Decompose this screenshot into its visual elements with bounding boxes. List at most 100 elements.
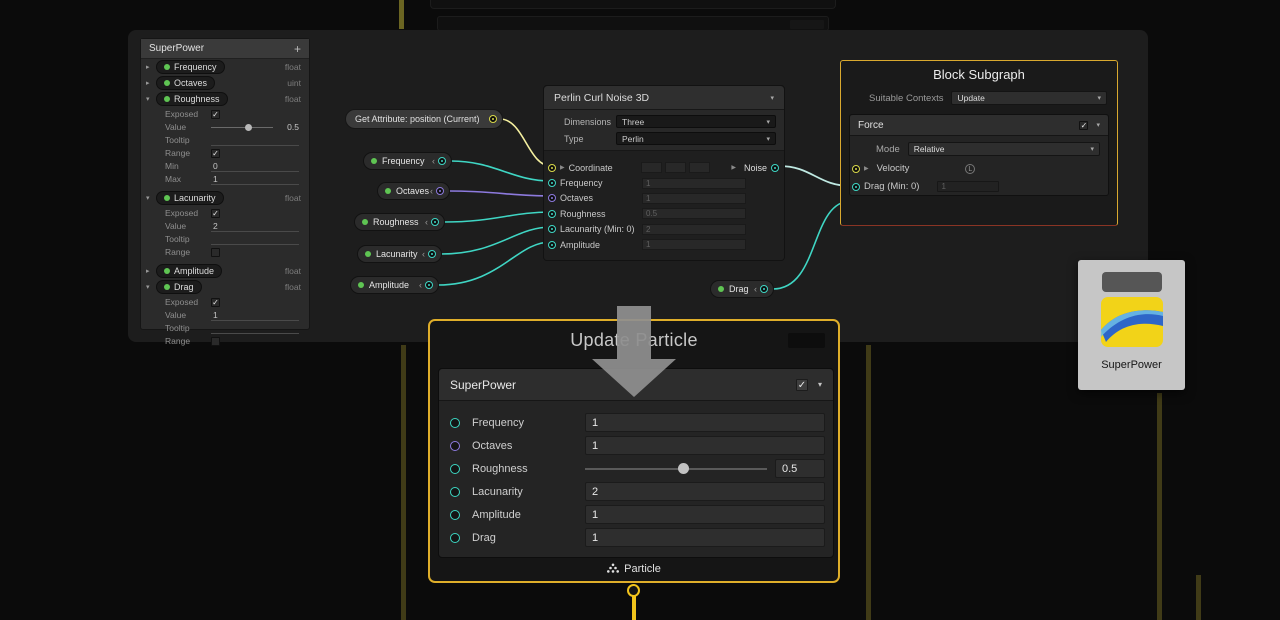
input-port[interactable]: [450, 418, 460, 428]
exposed-checkbox[interactable]: ✓: [211, 110, 220, 119]
property-pill[interactable]: Frequency: [156, 60, 225, 74]
mode-dropdown[interactable]: Relative▾: [908, 142, 1100, 156]
expander-icon[interactable]: ▸: [146, 267, 156, 275]
slider-knob[interactable]: [245, 124, 252, 131]
range-checkbox[interactable]: [211, 248, 220, 257]
space-badge[interactable]: L: [965, 164, 975, 174]
param-node-frequency[interactable]: Frequency ‹: [363, 152, 452, 170]
blackboard-property-roughness[interactable]: ▾ Roughness float: [141, 91, 309, 107]
input-port[interactable]: [548, 210, 556, 218]
slider-knob[interactable]: [678, 463, 689, 474]
context-capacity-badge[interactable]: [788, 333, 825, 348]
input-value-field[interactable]: 1: [642, 193, 746, 204]
property-pill[interactable]: Lacunarity: [156, 191, 224, 205]
output-port[interactable]: [771, 164, 779, 172]
output-port[interactable]: [760, 285, 768, 293]
expander-icon[interactable]: ▶: [560, 164, 565, 171]
input-port[interactable]: [450, 441, 460, 451]
tooltip-field[interactable]: [211, 234, 299, 245]
exposed-checkbox[interactable]: ✓: [211, 298, 220, 307]
type-dropdown[interactable]: Perlin▾: [616, 132, 776, 145]
expander-icon[interactable]: ▶: [731, 164, 736, 171]
property-pill[interactable]: Amplitude: [156, 264, 222, 278]
value-slider[interactable]: [211, 127, 273, 128]
collapse-icon[interactable]: ‹: [422, 249, 425, 259]
roughness-field[interactable]: 0.5: [775, 459, 825, 478]
output-port[interactable]: [425, 281, 433, 289]
param-node-amplitude[interactable]: Amplitude ‹: [350, 276, 439, 294]
force-block[interactable]: Force ✓ ▾ Mode Relative▾ ▶ Velocity L Dr…: [849, 114, 1109, 196]
input-port[interactable]: [548, 241, 556, 249]
value-field[interactable]: 1: [211, 310, 299, 321]
expander-icon[interactable]: ▸: [146, 63, 156, 71]
amplitude-field[interactable]: 1: [585, 505, 825, 524]
exposed-checkbox[interactable]: ✓: [211, 209, 220, 218]
output-port[interactable]: [428, 250, 436, 258]
output-port[interactable]: [438, 157, 446, 165]
roughness-slider[interactable]: 0.5: [585, 459, 825, 478]
collapse-icon[interactable]: ‹: [430, 186, 433, 196]
suitable-contexts-dropdown[interactable]: Update▾: [951, 91, 1107, 105]
expander-icon[interactable]: ▾: [146, 95, 156, 103]
input-value-field[interactable]: 1: [642, 178, 746, 189]
output-port[interactable]: [436, 187, 444, 195]
input-port[interactable]: [548, 179, 556, 187]
drag-value-field[interactable]: 1: [937, 181, 999, 192]
enabled-checkbox[interactable]: ✓: [796, 379, 808, 391]
param-node-octaves[interactable]: Octaves ‹: [377, 182, 450, 200]
range-checkbox[interactable]: ✓: [211, 149, 220, 158]
output-port[interactable]: [489, 115, 497, 123]
octaves-field[interactable]: 1: [585, 436, 825, 455]
param-node-roughness[interactable]: Roughness ‹: [354, 213, 445, 231]
blackboard-property-amplitude[interactable]: ▸ Amplitude float: [141, 263, 309, 279]
velocity-input-port[interactable]: [852, 165, 860, 173]
add-property-button[interactable]: +: [294, 42, 301, 56]
blackboard-property-drag[interactable]: ▾ Drag float: [141, 279, 309, 295]
blackboard-property-lacunarity[interactable]: ▾ Lacunarity float: [141, 190, 309, 206]
collapse-icon[interactable]: ‹: [419, 280, 422, 290]
blackboard-property-frequency[interactable]: ▸ Frequency float: [141, 59, 309, 75]
chevron-down-icon[interactable]: ▾: [770, 94, 774, 102]
chevron-down-icon[interactable]: ▾: [1096, 121, 1100, 129]
context-flow-port[interactable]: [627, 584, 640, 597]
min-field[interactable]: 0: [211, 161, 299, 172]
input-port[interactable]: [548, 225, 556, 233]
collapse-icon[interactable]: ‹: [754, 284, 757, 294]
coordinate-z-field[interactable]: [689, 162, 710, 173]
lacunarity-field[interactable]: 2: [585, 482, 825, 501]
dimensions-dropdown[interactable]: Three▾: [616, 115, 776, 128]
range-checkbox[interactable]: [211, 337, 220, 346]
input-port[interactable]: [548, 164, 556, 172]
drag-field[interactable]: 1: [585, 528, 825, 547]
property-pill[interactable]: Octaves: [156, 76, 215, 90]
input-value-field[interactable]: 1: [642, 239, 746, 250]
perlin-curl-noise-node[interactable]: Perlin Curl Noise 3D ▾ Dimensions Three▾…: [543, 85, 785, 261]
get-attribute-node[interactable]: Get Attribute: position (Current): [345, 109, 503, 129]
expander-icon[interactable]: ▾: [146, 194, 156, 202]
expander-icon[interactable]: ▸: [146, 79, 156, 87]
property-pill[interactable]: Roughness: [156, 92, 228, 106]
output-port[interactable]: [431, 218, 439, 226]
value-field[interactable]: 2: [211, 221, 299, 232]
expander-icon[interactable]: ▶: [864, 165, 869, 172]
input-value-field[interactable]: 2: [642, 224, 746, 235]
input-port[interactable]: [548, 194, 556, 202]
input-port[interactable]: [450, 464, 460, 474]
input-port[interactable]: [450, 533, 460, 543]
coordinate-y-field[interactable]: [665, 162, 686, 173]
input-port[interactable]: [450, 510, 460, 520]
superpower-asset-tile[interactable]: SuperPower: [1078, 260, 1185, 390]
collapse-icon[interactable]: ‹: [425, 217, 428, 227]
param-node-lacunarity[interactable]: Lacunarity ‹: [357, 245, 442, 263]
drag-input-port[interactable]: [852, 183, 860, 191]
blackboard-property-octaves[interactable]: ▸ Octaves uint: [141, 75, 309, 91]
input-value-field[interactable]: 0.5: [642, 208, 746, 219]
chevron-down-icon[interactable]: ▾: [818, 380, 822, 389]
input-port[interactable]: [450, 487, 460, 497]
node-header[interactable]: Perlin Curl Noise 3D ▾: [544, 86, 784, 110]
property-pill[interactable]: Drag: [156, 280, 202, 294]
tooltip-field[interactable]: [211, 135, 299, 146]
tooltip-field[interactable]: [211, 323, 299, 334]
collapse-icon[interactable]: ‹: [432, 156, 435, 166]
enabled-checkbox[interactable]: ✓: [1079, 121, 1088, 130]
